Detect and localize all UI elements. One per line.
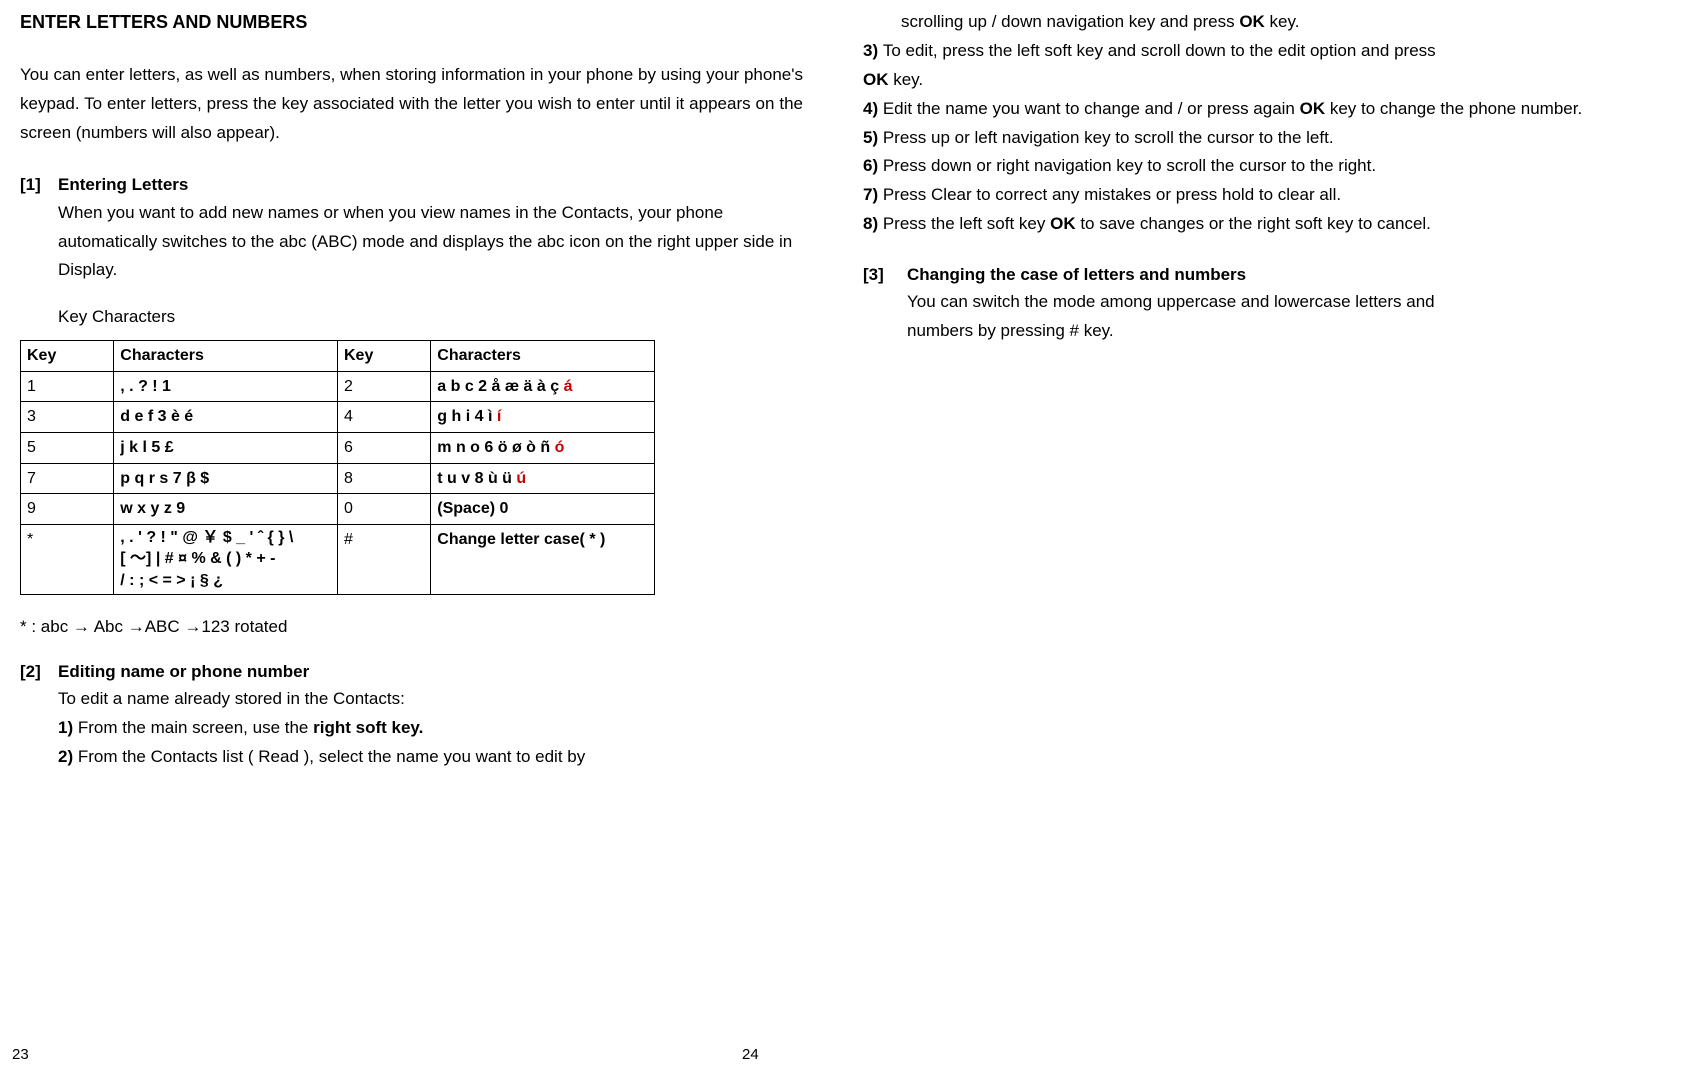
table-row: 5 j k l 5 £ 6 m n o 6 ö ø ò ñ ó [21,433,655,464]
step-3: 3) To edit, press the left soft key and … [863,37,1646,95]
cell-chars: g h i 4 ì í [431,402,655,433]
table-row: 3 d e f 3 è é 4 g h i 4 ì í [21,402,655,433]
step-7: 7) Press Clear to correct any mistakes o… [863,181,1646,210]
cell-key: 4 [337,402,430,433]
cell-chars: d e f 3 è é [114,402,338,433]
section-1-number: [1] [20,171,58,198]
page-title: ENTER LETTERS AND NUMBERS [20,8,803,37]
section-3-number: [3] [863,261,907,288]
cell-chars: Change letter case( * ) [431,524,655,594]
header-key-1: Key [21,341,114,372]
cell-key: 1 [21,371,114,402]
left-page: ENTER LETTERS AND NUMBERS You can enter … [0,0,843,1065]
section-2-heading: [2] Editing name or phone number [20,658,803,685]
cell-key: # [337,524,430,594]
header-key-2: Key [337,341,430,372]
step-2: 2) From the Contacts list ( Read ), sele… [58,743,803,772]
step-6: 6) Press down or right navigation key to… [863,152,1646,181]
table-row: 7 p q r s 7 β $ 8 t u v 8 ù ü ú [21,463,655,494]
cell-key: 9 [21,494,114,525]
step-2-continuation: scrolling up / down navigation key and p… [901,8,1646,37]
table-row: 1 , . ? ! 1 2 a b c 2 å æ ä à ç á [21,371,655,402]
cell-key: 6 [337,433,430,464]
step-1: 1) From the main screen, use the right s… [58,714,803,743]
cell-chars: (Space) 0 [431,494,655,525]
cell-key: 7 [21,463,114,494]
section-3-body-1: You can switch the mode among uppercase … [907,288,1646,317]
section-1-title: Entering Letters [58,171,188,198]
header-chars-1: Characters [114,341,338,372]
key-characters-table: Key Characters Key Characters 1 , . ? ! … [20,340,655,594]
cell-key: 2 [337,371,430,402]
section-2-number: [2] [20,658,58,685]
header-chars-2: Characters [431,341,655,372]
cell-key: * [21,524,114,594]
cell-key: 8 [337,463,430,494]
page-number-left: 23 [12,1046,29,1063]
step-5: 5) Press up or left navigation key to sc… [863,124,1646,153]
section-3-heading: [3] Changing the case of letters and num… [863,261,1646,288]
page-number-right: 24 [742,1046,759,1063]
section-2-title: Editing name or phone number [58,658,309,685]
step-4: 4) Edit the name you want to change and … [863,95,1646,124]
cell-chars: , . ' ? ! " @ ￥ $ _ ' ˆ { } \ [ ～] | # ¤… [114,524,338,594]
section-1-body: When you want to add new names or when y… [58,199,803,286]
section-3-body-2: numbers by pressing # key. [907,317,1646,346]
table-header-row: Key Characters Key Characters [21,341,655,372]
cell-chars: , . ? ! 1 [114,371,338,402]
key-characters-label: Key Characters [58,303,803,332]
section-2-intro: To edit a name already stored in the Con… [58,685,803,714]
cell-chars: w x y z 9 [114,494,338,525]
cell-key: 0 [337,494,430,525]
cell-chars: j k l 5 £ [114,433,338,464]
table-row: * , . ' ? ! " @ ￥ $ _ ' ˆ { } \ [ ～] | #… [21,524,655,594]
cell-key: 3 [21,402,114,433]
cell-chars: p q r s 7 β $ [114,463,338,494]
table-footnote: * : abc → Abc →ABC →123 rotated [20,613,803,640]
cell-key: 5 [21,433,114,464]
section-3-title: Changing the case of letters and numbers [907,261,1246,288]
section-1-heading: [1] Entering Letters [20,171,803,198]
right-page: scrolling up / down navigation key and p… [843,0,1686,1065]
cell-chars: a b c 2 å æ ä à ç á [431,371,655,402]
cell-chars: t u v 8 ù ü ú [431,463,655,494]
table-row: 9 w x y z 9 0 (Space) 0 [21,494,655,525]
step-8: 8) Press the left soft key OK to save ch… [863,210,1646,239]
intro-paragraph: You can enter letters, as well as number… [20,61,803,148]
cell-chars: m n o 6 ö ø ò ñ ó [431,433,655,464]
